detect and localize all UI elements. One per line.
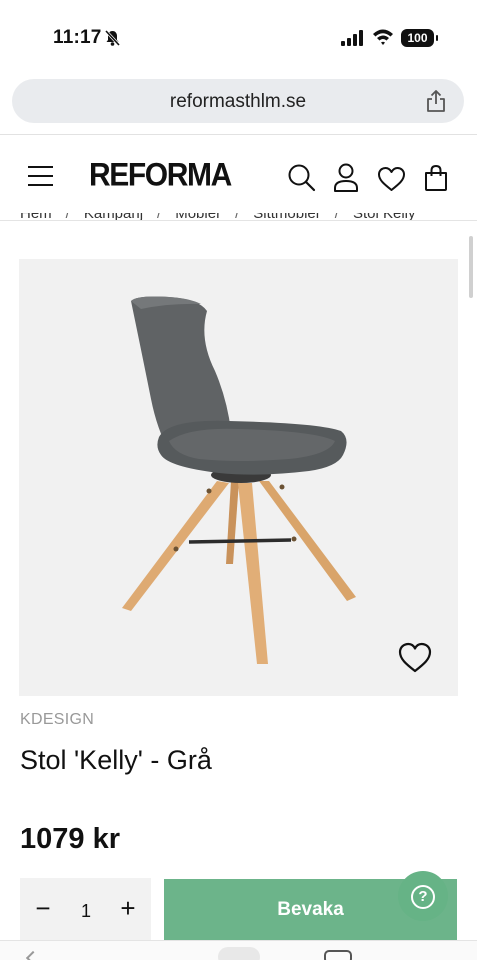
- url-text[interactable]: reformasthlm.se: [12, 91, 464, 113]
- battery-indicator: 100: [401, 29, 438, 47]
- cellular-signal-icon: [341, 30, 363, 46]
- chair-illustration: [122, 296, 356, 664]
- wishlist-icon[interactable]: [377, 166, 406, 192]
- quantity-decrease-button[interactable]: −: [32, 895, 54, 921]
- product-brand[interactable]: KDESIGN: [20, 711, 94, 729]
- status-bar: 11:17 100: [0, 0, 477, 72]
- site-logo[interactable]: REFORMA: [89, 158, 232, 195]
- site-header: REFORMA: [0, 135, 477, 221]
- account-icon[interactable]: [333, 163, 359, 193]
- product-image[interactable]: [19, 259, 458, 696]
- address-bar[interactable]: reformasthlm.se: [12, 79, 464, 123]
- wifi-icon: [373, 29, 393, 45]
- help-chat-button[interactable]: ?: [398, 871, 448, 921]
- status-time: 11:17: [53, 27, 102, 48]
- menu-icon[interactable]: [28, 166, 53, 188]
- browser-toolbar: [0, 940, 477, 960]
- tabs-icon[interactable]: [324, 950, 352, 960]
- help-icon: ?: [411, 885, 435, 909]
- share-icon[interactable]: [425, 89, 447, 113]
- quantity-stepper: − 1 +: [20, 878, 151, 940]
- quantity-increase-button[interactable]: +: [117, 895, 139, 921]
- add-to-wishlist-icon[interactable]: [398, 642, 432, 674]
- divider: [0, 220, 477, 221]
- bell-muted-icon: [104, 29, 121, 47]
- scrollbar[interactable]: [469, 236, 473, 298]
- search-icon[interactable]: [287, 163, 317, 193]
- product-title: Stol 'Kelly' - Grå: [20, 745, 212, 775]
- back-icon[interactable]: [25, 950, 41, 960]
- shopping-bag-icon[interactable]: [423, 164, 449, 192]
- add-tab-icon[interactable]: [218, 947, 260, 960]
- quantity-value[interactable]: 1: [77, 901, 95, 922]
- product-price: 1079 kr: [20, 823, 120, 855]
